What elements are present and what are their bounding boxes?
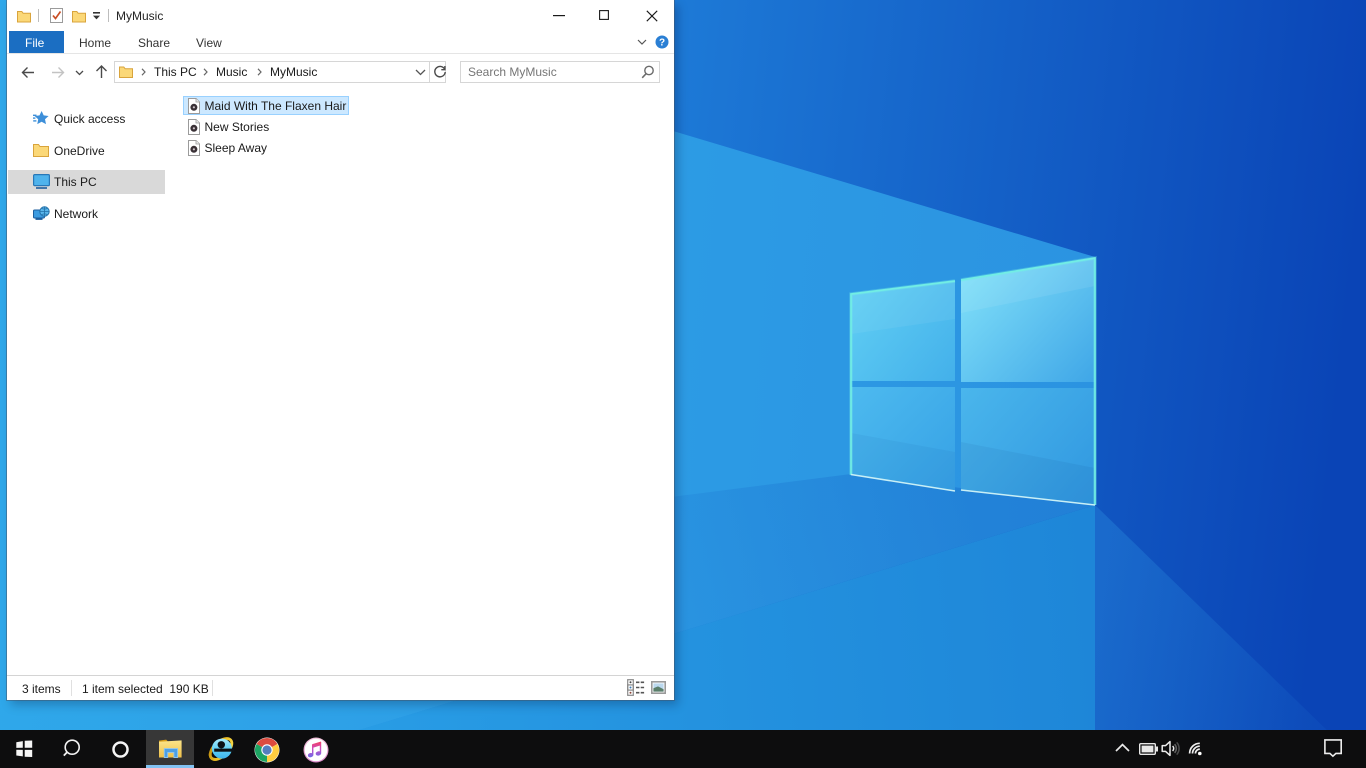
svg-text:?: ?: [659, 38, 665, 49]
